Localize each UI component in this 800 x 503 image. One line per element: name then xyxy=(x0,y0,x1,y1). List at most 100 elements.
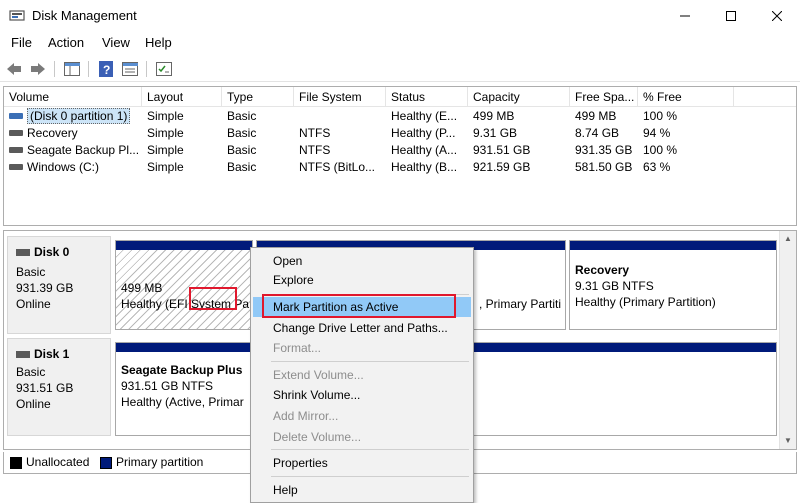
menu-add-mirror[interactable]: Add Mirror... xyxy=(253,406,471,426)
menu-file[interactable]: File xyxy=(11,35,32,50)
menu-delete-volume[interactable]: Delete Volume... xyxy=(253,427,471,447)
column-header-free-space[interactable]: Free Spa... xyxy=(570,87,638,107)
layout-cell: Simple xyxy=(147,109,184,123)
disk-0-label[interactable]: Disk 0 Basic 931.39 GB Online xyxy=(7,236,111,334)
console-tree-icon xyxy=(64,62,80,76)
volume-icon xyxy=(9,146,23,153)
partition-title: Recovery xyxy=(575,263,630,277)
annotation-highlight-box xyxy=(189,287,237,310)
column-header-status[interactable]: Status xyxy=(386,87,468,107)
maximize-button[interactable] xyxy=(708,0,754,32)
minimize-icon xyxy=(680,15,690,17)
maximize-icon xyxy=(726,11,736,21)
volume-cell: Seagate Backup Pl... xyxy=(4,142,142,159)
help-book-icon: ? xyxy=(99,61,113,77)
partition-size: 931.51 GB NTFS xyxy=(121,379,214,393)
menu-bar: File Action View Help xyxy=(0,33,800,53)
menu-separator xyxy=(271,361,469,362)
column-header-percent-free[interactable]: % Free xyxy=(638,87,734,107)
back-arrow-icon xyxy=(7,63,21,75)
percent-free-cell: 63 % xyxy=(643,160,671,174)
menu-separator xyxy=(271,476,469,477)
minimize-button[interactable] xyxy=(662,0,708,32)
scroll-down-icon[interactable]: ▼ xyxy=(784,436,792,445)
settings-view-button[interactable] xyxy=(154,59,174,79)
free-space-cell: 581.50 GB xyxy=(575,160,633,174)
properties-view-button[interactable] xyxy=(120,59,140,79)
menu-format[interactable]: Format... xyxy=(253,338,471,358)
menu-help[interactable]: Help xyxy=(145,35,172,50)
primary-partition-swatch xyxy=(100,457,112,469)
column-header-layout[interactable]: Layout xyxy=(142,87,222,107)
legend-unallocated: Unallocated xyxy=(26,455,90,469)
recovery-partition[interactable]: Recovery 9.31 GB NTFS Healthy (Primary P… xyxy=(569,240,777,330)
free-space-cell: 8.74 GB xyxy=(575,126,620,140)
disk-type: Basic xyxy=(16,365,46,379)
disk-management-app-icon xyxy=(9,10,25,21)
type-cell: Basic xyxy=(227,160,257,174)
close-button[interactable] xyxy=(754,0,800,32)
volume-icon xyxy=(9,112,23,119)
toolbar-separator xyxy=(54,61,55,77)
partition-status: Healthy (Primary Partition) xyxy=(575,295,716,309)
column-header-file-system[interactable]: File System xyxy=(294,87,386,107)
status-cell: Healthy (E... xyxy=(391,109,458,123)
volume-name: (Disk 0 partition 1) xyxy=(27,108,131,124)
menu-open[interactable]: Open xyxy=(253,251,471,271)
disk-name-text: Disk 0 xyxy=(34,245,70,259)
capacity-cell: 931.51 GB xyxy=(473,143,531,157)
status-cell: Healthy (P... xyxy=(391,126,456,140)
percent-free-cell: 100 % xyxy=(643,143,678,157)
svg-text:?: ? xyxy=(103,63,110,77)
free-space-cell: 931.35 GB xyxy=(575,143,633,157)
efi-partition[interactable]: 499 MB Healthy (EFI System Pa xyxy=(115,240,253,330)
percent-free-cell: 94 % xyxy=(643,126,671,140)
column-header-capacity[interactable]: Capacity xyxy=(468,87,570,107)
disk-1-name: Disk 1 xyxy=(16,347,69,361)
menu-view[interactable]: View xyxy=(102,35,130,50)
back-button[interactable] xyxy=(4,59,24,79)
file-system-cell xyxy=(294,108,386,125)
table-row[interactable]: Seagate Backup Pl... Simple Basic NTFS H… xyxy=(4,142,796,159)
scroll-up-icon[interactable]: ▲ xyxy=(784,234,792,243)
volume-cell: Recovery xyxy=(4,125,142,142)
column-header-type[interactable]: Type xyxy=(222,87,294,107)
menu-separator xyxy=(271,449,469,450)
menu-properties[interactable]: Properties xyxy=(253,453,471,473)
partition-size: 499 MB xyxy=(121,281,163,295)
graphical-view-scrollbar[interactable]: ▲ ▼ xyxy=(779,231,796,449)
forward-button[interactable] xyxy=(28,59,48,79)
partition-status: , Primary Partiti xyxy=(479,297,562,311)
menu-action[interactable]: Action xyxy=(48,35,84,50)
file-system-cell: NTFS xyxy=(299,143,331,157)
disk-status: Online xyxy=(16,397,51,411)
menu-explore[interactable]: Explore xyxy=(253,270,471,290)
unallocated-swatch xyxy=(10,457,22,469)
menu-shrink-volume[interactable]: Shrink Volume... xyxy=(253,385,471,405)
type-cell: Basic xyxy=(227,109,257,123)
table-row[interactable]: (Disk 0 partition 1) Simple Basic Health… xyxy=(4,108,796,125)
free-space-cell: 499 MB xyxy=(575,109,617,123)
disk-1-label[interactable]: Disk 1 Basic 931.51 GB Online xyxy=(7,338,111,436)
volume-name: Windows (C:) xyxy=(27,160,100,174)
menu-help[interactable]: Help xyxy=(253,480,471,500)
volume-cell: (Disk 0 partition 1) xyxy=(4,108,142,125)
disk-type: Basic xyxy=(16,265,46,279)
table-row[interactable]: Windows (C:) Simple Basic NTFS (BitLo...… xyxy=(4,159,796,176)
menu-extend-volume[interactable]: Extend Volume... xyxy=(253,365,471,385)
status-cell: Healthy (B... xyxy=(391,160,458,174)
legend-primary-partition: Primary partition xyxy=(116,455,204,469)
properties-window-icon xyxy=(122,62,138,76)
context-menu: Open Explore Mark Partition as Active Ch… xyxy=(250,247,474,503)
type-cell: Basic xyxy=(227,126,257,140)
show-hide-console-tree-button[interactable] xyxy=(62,59,82,79)
table-row[interactable]: Recovery Simple Basic NTFS Healthy (P...… xyxy=(4,125,796,142)
layout-cell: Simple xyxy=(147,126,184,140)
column-header-volume[interactable]: Volume xyxy=(4,87,142,107)
volume-list-header: Volume Layout Type File System Status Ca… xyxy=(4,87,796,107)
toolbar-separator xyxy=(88,61,89,77)
menu-change-drive-letter[interactable]: Change Drive Letter and Paths... xyxy=(253,318,471,338)
disk-name-text: Disk 1 xyxy=(34,347,70,361)
volume-name: Recovery xyxy=(27,126,78,140)
help-button[interactable]: ? xyxy=(96,59,116,79)
